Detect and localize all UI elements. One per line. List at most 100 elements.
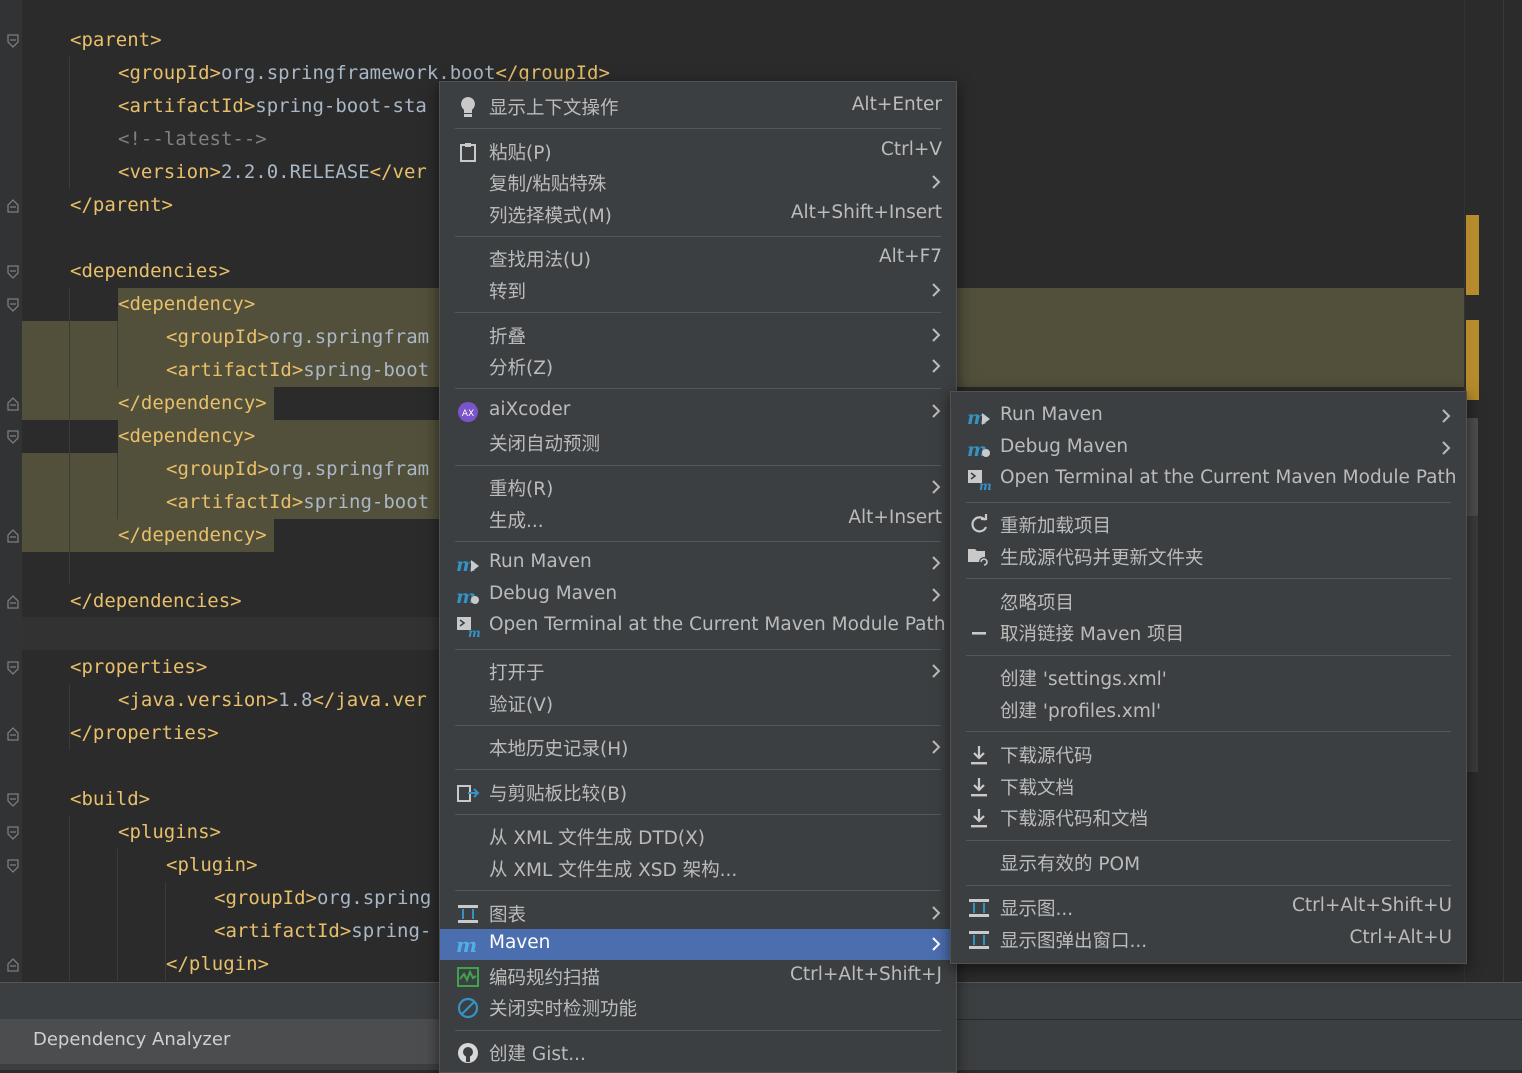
menu-separator [966, 839, 1451, 841]
menu-item-maven[interactable]: 取消链接 Maven 项目 [951, 617, 1466, 648]
menu-item-run-maven[interactable]: m Run Maven [440, 548, 956, 579]
submenu-arrow-icon [930, 356, 942, 376]
menu-item-label: aiXcoder [489, 398, 571, 420]
menu-item-m[interactable]: 列选择模式(M) Alt+Shift+Insert [440, 199, 956, 230]
menu-item-run-maven[interactable]: m Run Maven [951, 401, 1466, 432]
menu-item-maven_submenu-7[interactable]: 忽略项目 [951, 586, 1466, 617]
fold-toggle-icon[interactable] [7, 34, 19, 48]
menu-item-open-terminal-at-the-current-maven-module-path[interactable]: m Open Terminal at the Current Maven Modu… [440, 611, 956, 642]
menu-item-label: 创建 'profiles.xml' [1000, 701, 1162, 722]
menu-item-label: 图表 [489, 904, 527, 926]
menu-item-context_menu-32[interactable]: 图表 [440, 898, 956, 929]
menu-separator [455, 388, 941, 390]
menu-item-maven_submenu-15[interactable]: 下载源代码和文档 [951, 802, 1466, 833]
menu-item-shortcut: Ctrl+Alt+Shift+J [790, 963, 942, 985]
menu-item-debug-maven[interactable]: m Debug Maven [951, 433, 1466, 464]
reload-icon [967, 514, 991, 536]
menu-item-p[interactable]: 粘贴(P) Ctrl+V [440, 136, 956, 167]
menu-item-maven_submenu-14[interactable]: 下载文档 [951, 771, 1466, 802]
menu-item-maven_submenu-20[interactable]: 显示图弹出窗口... Ctrl+Alt+U [951, 924, 1466, 955]
fold-toggle-icon[interactable] [7, 430, 19, 444]
fold-toggle-icon[interactable] [7, 298, 19, 312]
lightbulb-icon [456, 96, 480, 118]
menu-item-label: 显示有效的 POM [1000, 854, 1141, 876]
svg-text:m: m [456, 935, 477, 955]
menu-item-aixcoder[interactable]: AX aiXcoder [440, 396, 956, 427]
code-line: <dependency> [118, 425, 256, 447]
menu-separator [455, 128, 941, 130]
fold-toggle-icon[interactable] [7, 595, 19, 609]
submenu-arrow-icon [930, 737, 942, 757]
menu-item-v[interactable]: 验证(V) [440, 688, 956, 719]
menu-item-h[interactable]: 本地历史记录(H) [440, 732, 956, 763]
error-stripe-mark[interactable] [1466, 215, 1479, 295]
menu-item-settings-xml[interactable]: 创建 'settings.xml' [951, 662, 1466, 693]
menu-item-pom[interactable]: 显示有效的 POM [951, 847, 1466, 878]
fold-toggle-icon[interactable] [7, 199, 19, 213]
menu-item-maven[interactable]: m Maven [440, 929, 956, 961]
menu-item-context_menu-0[interactable]: 显示上下文操作 Alt+Enter [440, 91, 956, 122]
menu-item-gist[interactable]: 创建 Gist... [440, 1037, 956, 1068]
menu-item-context_menu-16[interactable]: 生成... Alt+Insert [440, 504, 956, 535]
menu-item-z[interactable]: 分析(Z) [440, 351, 956, 382]
menu-item-context_menu-3[interactable]: 复制/粘贴特殊 [440, 167, 956, 198]
menu-separator [966, 731, 1451, 733]
menu-item-context_menu-9[interactable]: 折叠 [440, 320, 956, 351]
editor-context-menu: 显示上下文操作 Alt+Enter 粘贴(P) Ctrl+V 复制/粘贴特殊列选择模式(… [439, 81, 957, 1073]
menu-item-label: Maven [489, 932, 551, 954]
code-line: <groupId>org.spring [214, 887, 432, 909]
menu-item-shortcut: Alt+Insert [848, 506, 942, 528]
menu-item-shortcut: Ctrl+V [880, 138, 942, 160]
menu-item-debug-maven[interactable]: m Debug Maven [440, 580, 956, 611]
code-line: </plugin> [166, 953, 269, 975]
menu-item-open-terminal-at-the-current-maven-module-path[interactable]: m Open Terminal at the Current Maven Modu… [951, 464, 1466, 495]
debug-maven-icon: m [967, 438, 991, 460]
dependency-analyzer-tab[interactable]: Dependency Analyzer [0, 1019, 440, 1064]
fold-toggle-icon[interactable] [7, 826, 19, 840]
menu-separator [455, 890, 941, 892]
menu-item-maven_submenu-5[interactable]: 生成源代码并更新文件夹 [951, 541, 1466, 572]
fold-toggle-icon[interactable] [7, 958, 19, 972]
indent-guide [117, 321, 118, 387]
fold-toggle-icon[interactable] [7, 529, 19, 543]
vertical-scrollbar-track[interactable] [1466, 516, 1478, 772]
diagram-icon [967, 897, 991, 919]
code-line: <groupId>org.springfram [166, 326, 430, 348]
menu-item-maven_submenu-19[interactable]: 显示图... Ctrl+Alt+Shift+U [951, 892, 1466, 923]
menu-item-profiles-xml[interactable]: 创建 'profiles.xml' [951, 694, 1466, 725]
code-line: <artifactId>spring-boot-sta [118, 95, 427, 117]
github-icon [456, 1042, 480, 1064]
code-line: <properties> [70, 656, 208, 678]
code-line: <artifactId>spring-boot [166, 491, 430, 513]
diagram-icon [967, 929, 991, 951]
menu-item-context_menu-22[interactable]: 打开于 [440, 656, 956, 687]
menu-item-xml-xsd[interactable]: 从 XML 文件生成 XSD 架构... [440, 853, 956, 884]
maven-icon: m [456, 934, 480, 956]
indent-guide [69, 288, 70, 585]
error-stripe-mark[interactable] [1466, 320, 1479, 400]
submenu-arrow-icon [930, 903, 942, 923]
menu-item-u[interactable]: 查找用法(U) Alt+F7 [440, 243, 956, 274]
menu-item-xml-dtd-x[interactable]: 从 XML 文件生成 DTD(X) [440, 821, 956, 852]
fold-toggle-icon[interactable] [7, 265, 19, 279]
menu-item-b[interactable]: 与剪贴板比较(B) [440, 777, 956, 808]
vertical-scrollbar-thumb[interactable] [1466, 418, 1478, 516]
menu-item-label: Open Terminal at the Current Maven Modul… [489, 614, 946, 636]
menu-item-label: 从 XML 文件生成 XSD 架构... [489, 860, 738, 881]
fold-toggle-icon[interactable] [7, 397, 19, 411]
menu-item-label: 复制/粘贴特殊 [489, 174, 607, 196]
menu-item-context_menu-34[interactable]: 编码规约扫描 Ctrl+Alt+Shift+J [440, 961, 956, 992]
menu-separator [455, 769, 941, 771]
fold-toggle-icon[interactable] [7, 727, 19, 741]
fold-toggle-icon[interactable] [7, 661, 19, 675]
download-icon [967, 776, 991, 798]
menu-item-context_menu-13[interactable]: 关闭自动预测 [440, 427, 956, 458]
menu-item-context_menu-35[interactable]: 关闭实时检测功能 [440, 992, 956, 1023]
fold-toggle-icon[interactable] [7, 859, 19, 873]
menu-item-context_menu-7[interactable]: 转到 [440, 275, 956, 306]
menu-item-r[interactable]: 重构(R) [440, 472, 956, 503]
fold-toggle-icon[interactable] [7, 793, 19, 807]
menu-item-shortcut: Alt+F7 [879, 246, 942, 268]
menu-item-maven_submenu-13[interactable]: 下载源代码 [951, 739, 1466, 770]
menu-item-maven_submenu-4[interactable]: 重新加载项目 [951, 509, 1466, 540]
